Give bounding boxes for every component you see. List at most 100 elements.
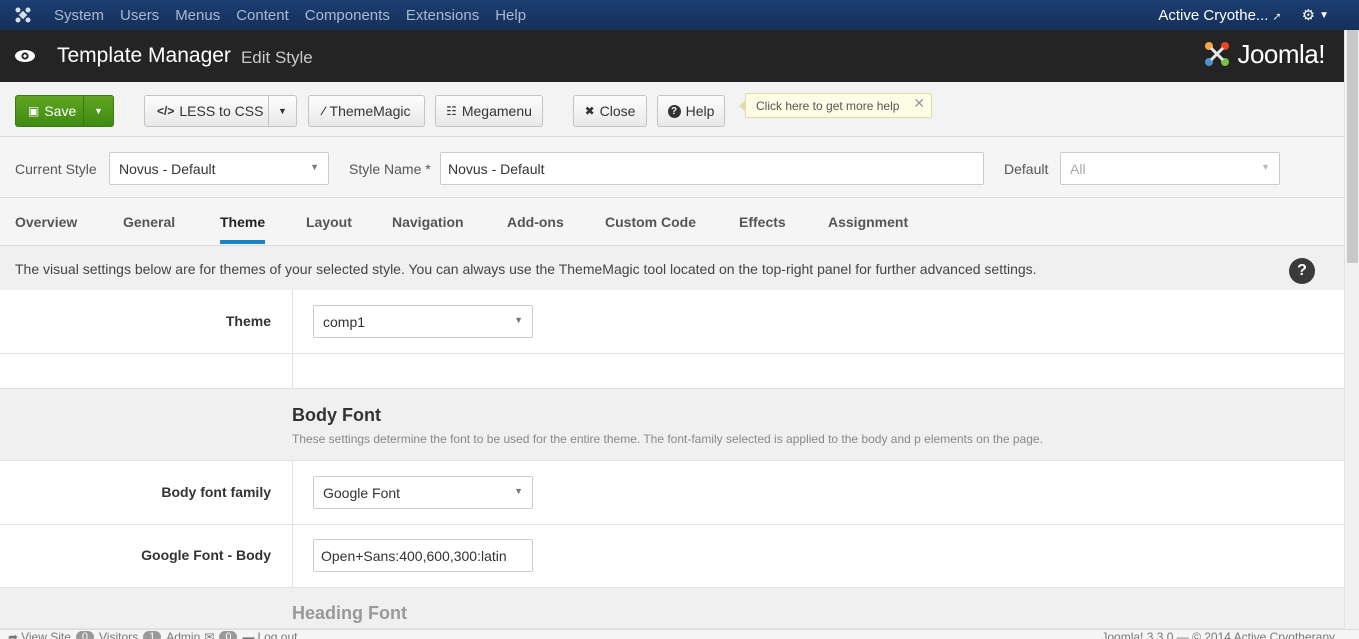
tab-assignment[interactable]: Assignment [828, 214, 908, 230]
google-font-body-label: Google Font - Body [141, 547, 271, 563]
menu-menus[interactable]: Menus [167, 7, 228, 24]
menu-help[interactable]: Help [487, 7, 534, 24]
toolbar: ▣ Save ▼ </> LESS to CSS ▼ ∕ ThemeMagic … [0, 82, 1344, 137]
tab-overview[interactable]: Overview [15, 214, 77, 230]
share-icon: ➦ [8, 630, 19, 639]
heading-font-section: Heading Font [0, 588, 1344, 629]
current-style-label: Current Style [15, 161, 97, 177]
style-row: Current Style Novus - Default ▼ Style Na… [0, 137, 1344, 198]
save-button[interactable]: ▣ Save ▼ [15, 95, 114, 127]
messages-badge: 0 [219, 631, 238, 639]
body-font-family-value: Google Font [323, 484, 401, 501]
status-bar: ➦ View Site 0 Visitors 1 Admin ✉ 0 ▬ Log… [0, 629, 1359, 639]
style-name-input[interactable]: Novus - Default [440, 152, 984, 185]
style-name-value: Novus - Default [448, 160, 545, 177]
default-label: Default [1004, 161, 1049, 177]
theme-label: Theme [225, 313, 271, 329]
menu-extensions[interactable]: Extensions [398, 7, 487, 24]
body-font-heading: Body Font [292, 405, 381, 425]
tab-layout[interactable]: Layout [306, 214, 352, 230]
save-label: Save [44, 103, 77, 119]
joomla-brand-icon [1205, 42, 1230, 66]
style-name-label: Style Name * [349, 161, 431, 177]
envelope-icon: ✉ [204, 630, 215, 639]
info-text: The visual settings below are for themes… [0, 246, 1344, 290]
admin-menubar: System Users Menus Content Components Ex… [0, 0, 1359, 30]
body-font-description: These settings determine the font to be … [292, 432, 1043, 446]
tab-navigation[interactable]: Navigation [392, 214, 464, 230]
minus-icon: ▬ [242, 630, 255, 639]
view-site-link[interactable]: View Site [21, 630, 71, 639]
megamenu-label: Megamenu [461, 103, 532, 119]
less-dropdown-toggle[interactable]: ▼ [268, 96, 296, 126]
style-tabs: Overview General Theme Layout Navigation… [0, 198, 1344, 246]
site-name-link[interactable]: Active Cryothe... ➚ [1158, 7, 1281, 24]
version-text: Joomla! 3.3.0 — © 2014 Active Cryotherap… [1101, 630, 1335, 639]
theme-row: Theme comp1 ▼ [0, 290, 1344, 354]
external-link-icon: ➚ [1272, 10, 1282, 23]
google-font-body-row: Google Font - Body Open+Sans:400,600,300… [0, 525, 1344, 588]
logout-link[interactable]: Log out [257, 630, 297, 639]
body-font-family-select[interactable]: Google Font ▼ [313, 476, 533, 509]
less-label: LESS to CSS [179, 103, 264, 119]
less-to-css-button[interactable]: </> LESS to CSS ▼ [144, 95, 297, 127]
menu-system[interactable]: System [46, 7, 112, 24]
chevron-down-icon[interactable]: ▼ [1319, 10, 1329, 21]
gear-icon[interactable]: ⚙ [1302, 6, 1315, 24]
visitors-label: Visitors [99, 630, 139, 639]
joomla-logo-icon[interactable] [0, 0, 46, 30]
tab-general[interactable]: General [123, 214, 175, 230]
theme-select[interactable]: comp1 ▼ [313, 305, 533, 338]
tab-custom-code[interactable]: Custom Code [605, 214, 696, 230]
brand-text: Joomla! [1237, 38, 1325, 69]
chevron-down-icon: ▼ [514, 315, 523, 325]
joomla-brand: Joomla! [1201, 38, 1325, 70]
tab-add-ons[interactable]: Add-ons [507, 214, 564, 230]
chevron-down-icon: ▼ [310, 162, 319, 172]
megamenu-button[interactable]: ☷ Megamenu [435, 95, 543, 127]
thememagic-button[interactable]: ∕ ThemeMagic [308, 95, 425, 127]
help-button[interactable]: ? Help [657, 95, 725, 127]
current-style-value: Novus - Default [119, 160, 216, 177]
eye-icon [0, 49, 50, 63]
menu-users[interactable]: Users [112, 7, 167, 24]
admin-badge: 1 [143, 631, 162, 639]
close-icon: ✖ [584, 104, 595, 118]
page-header: Template Manager Edit Style Joomla! [0, 30, 1359, 82]
page-scrollbar[interactable] [1344, 30, 1359, 629]
thememagic-label: ThemeMagic [329, 103, 411, 119]
chevron-down-icon: ▼ [514, 486, 523, 496]
help-tooltip-text: Click here to get more help [756, 98, 900, 113]
empty-row [0, 354, 1344, 389]
visitors-badge: 0 [75, 631, 94, 639]
current-style-select[interactable]: Novus - Default ▼ [109, 152, 329, 185]
question-circle-icon: ? [667, 104, 681, 118]
default-value: All [1070, 160, 1086, 177]
google-font-body-value: Open+Sans:400,600,300:latin [321, 547, 507, 564]
magic-wand-icon: ∕ [322, 104, 325, 118]
body-font-section: Body Font These settings determine the f… [0, 389, 1344, 461]
scrollbar-thumb[interactable] [1347, 30, 1358, 263]
code-icon: </> [157, 104, 175, 118]
tab-theme[interactable]: Theme [220, 214, 266, 244]
admin-label: Admin [166, 630, 201, 639]
google-font-body-input[interactable]: Open+Sans:400,600,300:latin [313, 539, 533, 572]
default-select[interactable]: All ▼ [1060, 152, 1280, 185]
page-title: Template Manager [57, 44, 231, 67]
menu-components[interactable]: Components [297, 7, 398, 24]
site-name: Active Cryothe... [1158, 6, 1269, 24]
theme-value: comp1 [323, 313, 366, 330]
body-font-family-label: Body font family [161, 484, 271, 500]
tab-effects[interactable]: Effects [739, 214, 786, 230]
save-dropdown-toggle[interactable]: ▼ [83, 96, 113, 126]
body-font-family-row: Body font family Google Font ▼ [0, 461, 1344, 525]
floppy-disk-icon: ▣ [28, 104, 40, 118]
menu-content[interactable]: Content [228, 7, 297, 24]
page-subtitle: Edit Style [240, 47, 313, 67]
close-label: Close [599, 103, 636, 119]
help-question-icon[interactable]: ? [1289, 258, 1315, 284]
heading-font-heading: Heading Font [292, 603, 407, 623]
help-label: Help [685, 103, 715, 119]
close-button[interactable]: ✖ Close [573, 95, 647, 127]
tooltip-close-icon[interactable]: ✕ [913, 95, 925, 112]
